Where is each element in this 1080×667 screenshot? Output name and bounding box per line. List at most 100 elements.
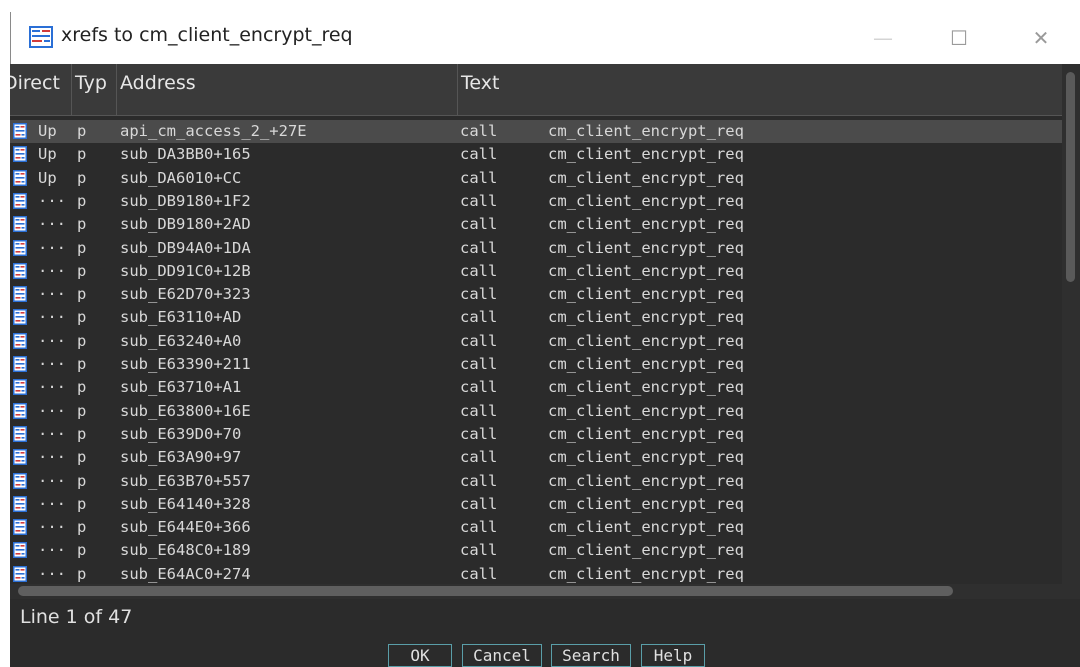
cell-kind: call xyxy=(460,401,498,420)
cell-direction: ··· xyxy=(38,355,66,373)
cell-kind: call xyxy=(460,494,498,513)
horizontal-scroll-thumb[interactable] xyxy=(18,586,953,596)
cell-type: p xyxy=(77,308,87,327)
table-row[interactable]: ··· p sub_DD91C0+12B call cm_client_encrypt_… xyxy=(10,260,1062,283)
table-row[interactable]: ··· p sub_DB94A0+1DA call cm_client_encrypt_… xyxy=(10,237,1062,260)
cell-address: sub_E639D0+70 xyxy=(120,424,242,443)
cell-address: sub_E64140+328 xyxy=(120,494,251,513)
cell-direction: Up xyxy=(38,122,57,140)
xref-row-icon xyxy=(13,146,27,163)
vertical-scroll-thumb[interactable] xyxy=(1066,72,1075,282)
cell-address: sub_DB94A0+1DA xyxy=(120,238,251,257)
cell-kind: call xyxy=(460,285,498,304)
cell-text: cm_client_encrypt_req xyxy=(548,424,744,443)
cell-direction: ··· xyxy=(38,215,66,234)
xref-row-icon xyxy=(13,495,27,512)
cell-type: p xyxy=(77,261,87,280)
cell-text: cm_client_encrypt_req xyxy=(548,145,744,164)
cell-direction: ··· xyxy=(38,261,66,280)
cell-text: cm_client_encrypt_req xyxy=(548,191,744,210)
xref-row-icon xyxy=(13,425,27,442)
table-row[interactable]: ··· p sub_DB9180+1F2 call cm_client_encrypt_… xyxy=(10,190,1062,213)
cell-address: sub_DA3BB0+165 xyxy=(120,145,251,164)
table-row[interactable]: ··· p sub_E644E0+366 call cm_client_encrypt_… xyxy=(10,516,1062,539)
cell-direction: Up xyxy=(38,168,57,187)
help-button[interactable]: Help xyxy=(641,644,705,667)
cell-address: sub_E63390+211 xyxy=(120,355,251,373)
ok-button[interactable]: OK xyxy=(388,644,452,667)
cell-kind: call xyxy=(460,355,498,373)
cell-direction: ··· xyxy=(38,518,66,537)
cell-type: p xyxy=(77,238,87,257)
table-row[interactable]: ··· p sub_E63390+211 call cm_client_encrypt_… xyxy=(10,353,1062,376)
cell-kind: call xyxy=(460,308,498,327)
xref-row-icon xyxy=(13,519,27,536)
table-row[interactable]: ··· p sub_DB9180+2AD call cm_client_encrypt_… xyxy=(10,213,1062,236)
minimize-icon[interactable]: — xyxy=(863,24,903,52)
table-row[interactable]: ··· p sub_E64140+328 call cm_client_encrypt_… xyxy=(10,493,1062,516)
table-row[interactable]: ··· p sub_E63B70+557 call cm_client_encrypt_… xyxy=(10,470,1062,493)
cell-text: cm_client_encrypt_req xyxy=(548,541,744,560)
title-bar[interactable]: xrefs to cm_client_encrypt_req — ☐ ✕ xyxy=(10,12,1080,64)
table-row[interactable]: ··· p sub_E639D0+70 call cm_client_encrypt_r… xyxy=(10,423,1062,446)
column-header-text[interactable]: Text xyxy=(458,64,1062,115)
xref-row-icon xyxy=(13,356,27,372)
cell-kind: call xyxy=(460,261,498,280)
table-row[interactable]: Up p api_cm_access_2_+27E call cm_client_enc… xyxy=(10,120,1062,144)
table-row[interactable]: ··· p sub_E62D70+323 call cm_client_encrypt_… xyxy=(10,283,1062,306)
xref-row-icon xyxy=(13,192,27,209)
cell-type: p xyxy=(77,471,87,490)
xref-row-icon xyxy=(13,216,27,233)
close-icon[interactable]: ✕ xyxy=(1021,24,1061,52)
cell-text: cm_client_encrypt_req xyxy=(548,122,744,140)
table-row[interactable]: ··· p sub_E63A90+97 call cm_client_encrypt_r… xyxy=(10,446,1062,469)
cell-address: sub_DB9180+1F2 xyxy=(120,191,251,210)
column-header-address[interactable]: Address xyxy=(117,64,458,115)
cell-direction: ··· xyxy=(38,494,66,513)
cell-direction: ··· xyxy=(38,471,66,490)
cell-type: p xyxy=(77,122,87,140)
table-row[interactable]: ··· p sub_E63110+AD call cm_client_encrypt_r… xyxy=(10,306,1062,329)
xref-row-icon xyxy=(13,169,27,186)
search-button[interactable]: Search xyxy=(551,644,631,667)
column-header-type[interactable]: Typ xyxy=(72,64,117,115)
xref-row-icon xyxy=(13,262,27,279)
table-row[interactable]: Up p sub_DA3BB0+165 call cm_client_encrypt_r… xyxy=(10,143,1062,166)
maximize-icon[interactable]: ☐ xyxy=(939,24,979,52)
cell-address: sub_E63110+AD xyxy=(120,308,242,327)
cell-text: cm_client_encrypt_req xyxy=(548,564,744,583)
table-row[interactable]: ··· p sub_E63710+A1 call cm_client_encrypt_r… xyxy=(10,376,1062,399)
xref-row-icon xyxy=(13,379,27,396)
cancel-button[interactable]: Cancel xyxy=(462,644,542,667)
cell-type: p xyxy=(77,168,87,187)
cell-direction: ··· xyxy=(38,308,66,327)
cell-direction: ··· xyxy=(38,238,66,257)
column-header-direction[interactable]: Direct xyxy=(10,64,72,115)
cell-address: api_cm_access_2_+27E xyxy=(120,122,307,140)
cell-address: sub_E644E0+366 xyxy=(120,518,251,537)
table-row[interactable]: ··· p sub_E63240+A0 call cm_client_encrypt_r… xyxy=(10,330,1062,353)
cell-text: cm_client_encrypt_req xyxy=(548,285,744,304)
horizontal-scrollbar[interactable] xyxy=(10,584,1062,599)
cell-text: cm_client_encrypt_req xyxy=(548,378,744,397)
line-status: Line 1 of 47 xyxy=(20,606,133,628)
xref-row-icon xyxy=(13,123,27,139)
table-row[interactable]: ··· p sub_E63800+16E call cm_client_encrypt_… xyxy=(10,400,1062,423)
cell-address: sub_E63800+16E xyxy=(120,401,251,420)
vertical-scrollbar[interactable] xyxy=(1062,64,1080,599)
table-row[interactable]: ··· p sub_E64AC0+274 call cm_client_encrypt_… xyxy=(10,563,1062,584)
cell-type: p xyxy=(77,145,87,164)
cell-kind: call xyxy=(460,122,498,140)
xref-row-icon xyxy=(13,309,27,326)
cell-direction: ··· xyxy=(38,564,66,583)
cell-kind: call xyxy=(460,145,498,164)
xref-row-icon xyxy=(13,565,27,582)
table-row[interactable]: ··· p sub_E648C0+189 call cm_client_encrypt_… xyxy=(10,539,1062,562)
cell-kind: call xyxy=(460,331,498,350)
cell-kind: call xyxy=(460,518,498,537)
cell-direction: Up xyxy=(38,145,57,164)
table-header: Direct Typ Address Text xyxy=(10,64,1062,116)
table-row[interactable]: Up p sub_DA6010+CC call cm_client_encrypt_re… xyxy=(10,167,1062,190)
cell-address: sub_E64AC0+274 xyxy=(120,564,251,583)
xref-row-icon xyxy=(13,449,27,466)
